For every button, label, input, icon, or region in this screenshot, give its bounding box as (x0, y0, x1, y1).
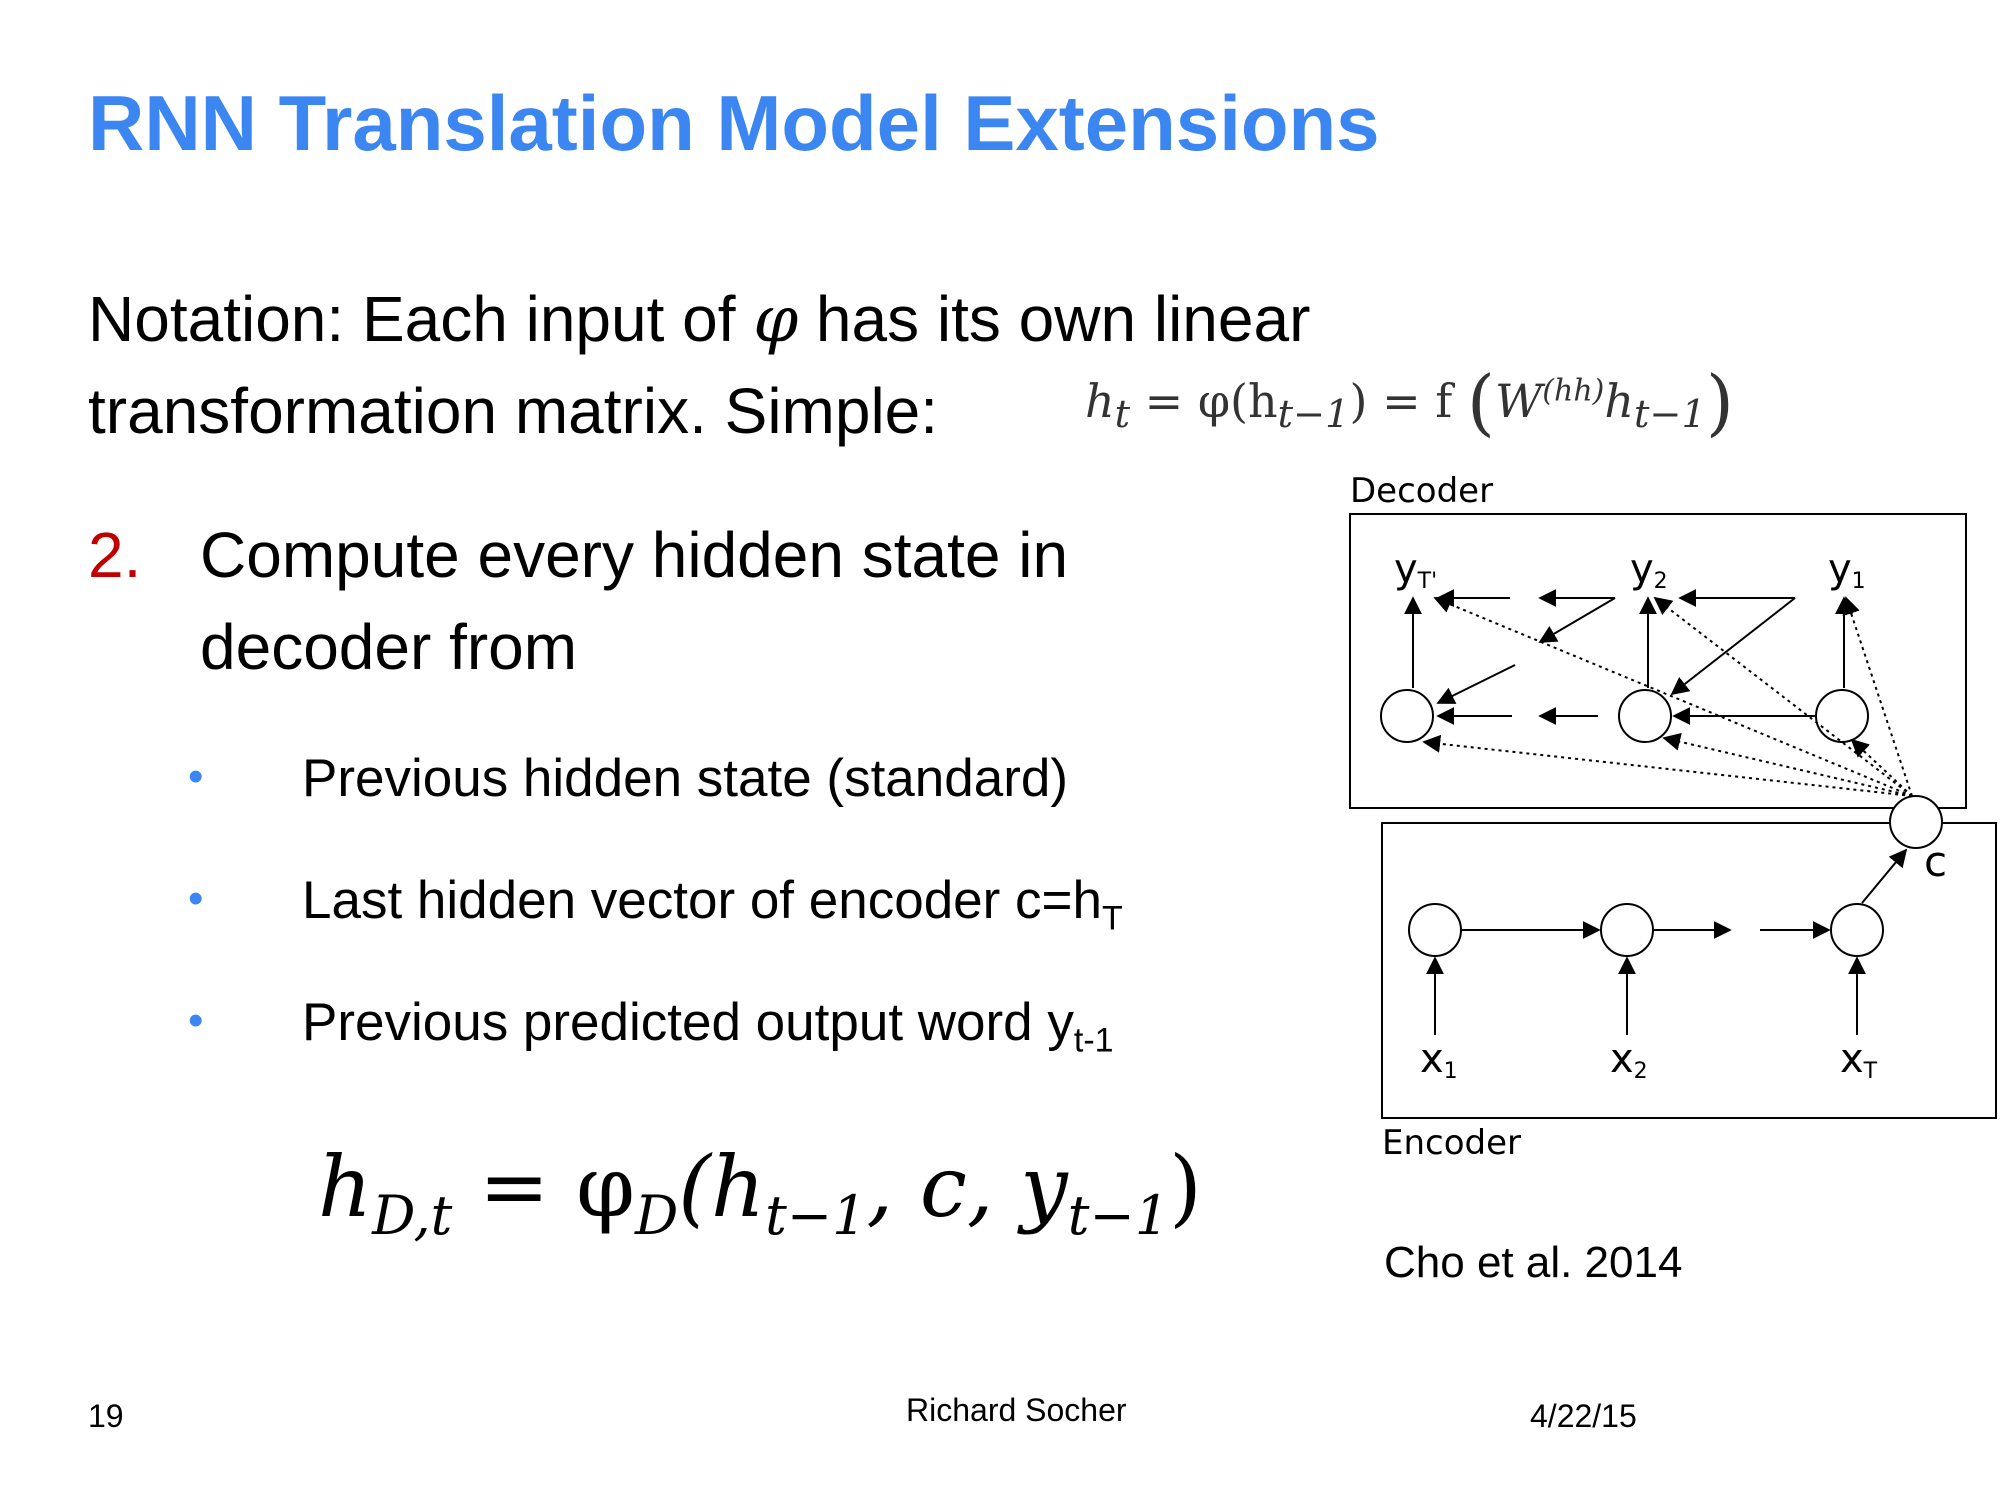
eq-paren: ) (1705, 360, 1734, 444)
eq-sup: (hh) (1542, 373, 1605, 409)
notation-text-pre: Notation: Each input of (88, 283, 754, 355)
eq-term: ) (1169, 1138, 1202, 1236)
point-line-2: decoder from (200, 611, 578, 683)
output-label-y1: y1 (1828, 546, 1866, 594)
arrow (1538, 597, 1616, 643)
eq-term: h (318, 1138, 373, 1236)
eq-term: = φ(h (1130, 374, 1278, 428)
decoder-node-T (1380, 689, 1434, 743)
bullet-sub: t-1 (1073, 1021, 1114, 1060)
bullet-text: Previous hidden state (standard) (302, 748, 1068, 819)
citation: Cho et al. 2014 (1384, 1238, 1683, 1287)
page-number: 19 (88, 1398, 124, 1434)
bullet-marker: • (188, 996, 204, 1045)
input-label-xT: xT (1840, 1036, 1878, 1084)
arrow (1861, 848, 1908, 904)
point-number: 2. (88, 519, 142, 591)
notation-text-post: has its own linear (798, 283, 1311, 355)
footer-author: Richard Socher (906, 1392, 1127, 1428)
notation-line-2: transformation matrix. Simple: (88, 374, 938, 448)
bullet-sub: T (1101, 899, 1123, 938)
eq-sub: t−1 (1067, 1183, 1170, 1247)
eq-term: (h (678, 1138, 766, 1236)
encoder-decoder-diagram: Decoder Encoder yT' y2 y1 c x1 x2 xT (1349, 471, 1997, 1163)
input-label-x2: x2 (1610, 1036, 1648, 1084)
point-line-1: Compute every hidden state in (200, 519, 1069, 591)
eq-term: , c, y (866, 1138, 1068, 1236)
eq-sub: t−1 (765, 1183, 867, 1247)
eq-term: W (1495, 374, 1543, 428)
eq-sub: t−1 (1634, 392, 1706, 438)
slide-title: RNN Translation Model Extensions (88, 79, 1380, 167)
output-label-yT: yT' (1394, 546, 1437, 594)
bullet-text: Last hidden vector of encoder c=hT (302, 870, 1123, 939)
dotted-arrow (1662, 732, 1913, 797)
notation-text-2: transformation matrix. Simple: (88, 375, 939, 447)
decoder-equation: hD,t = φD(ht−1, c, yt−1) (318, 1138, 1202, 1247)
dotted-arrow (1422, 734, 1913, 797)
encoder-label: Encoder (1382, 1123, 1521, 1163)
eq-paren: ( (1466, 360, 1496, 444)
decoder-node-1 (1815, 689, 1869, 743)
decoder-label: Decoder (1350, 471, 1493, 511)
eq-term: h (1085, 374, 1115, 428)
bullet-label: Previous hidden state (standard) (302, 749, 1068, 808)
bullet-marker: • (188, 752, 204, 801)
decoder-box (1349, 513, 1967, 809)
decoder-node-2 (1618, 689, 1672, 743)
bullet-label: Previous predicted output word y (302, 993, 1074, 1052)
eq-sub: D (634, 1183, 679, 1247)
bullet-label: Last hidden vector of encoder c=h (302, 871, 1102, 930)
context-label: c (1924, 837, 1947, 886)
footer-date: 4/22/15 (1530, 1398, 1637, 1434)
dotted-arrow (1653, 596, 1913, 797)
encoder-node-1 (1408, 903, 1462, 957)
input-label-x1: x1 (1420, 1036, 1458, 1084)
bullet-marker: • (188, 874, 204, 923)
simple-equation: ht = φ(ht−1) = f (W(hh)ht−1) (1085, 360, 1734, 444)
eq-sub: D,t (372, 1183, 453, 1247)
encoder-node-T (1830, 903, 1884, 957)
eq-term: h (1604, 374, 1634, 428)
arrow (1436, 664, 1516, 704)
eq-sub: t (1114, 392, 1131, 438)
eq-term: ) = f (1349, 374, 1467, 428)
notation-line-1: Notation: Each input of φ has its own li… (88, 282, 1310, 357)
encoder-node-2 (1600, 903, 1654, 957)
phi-symbol: φ (753, 283, 799, 357)
output-label-y2: y2 (1630, 546, 1668, 594)
encoder-box (1381, 822, 1997, 1119)
eq-sub: t−1 (1277, 392, 1350, 438)
arrow (1670, 597, 1796, 696)
bullet-text: Previous predicted output word yt-1 (302, 992, 1114, 1061)
eq-term: = φ (452, 1138, 635, 1236)
